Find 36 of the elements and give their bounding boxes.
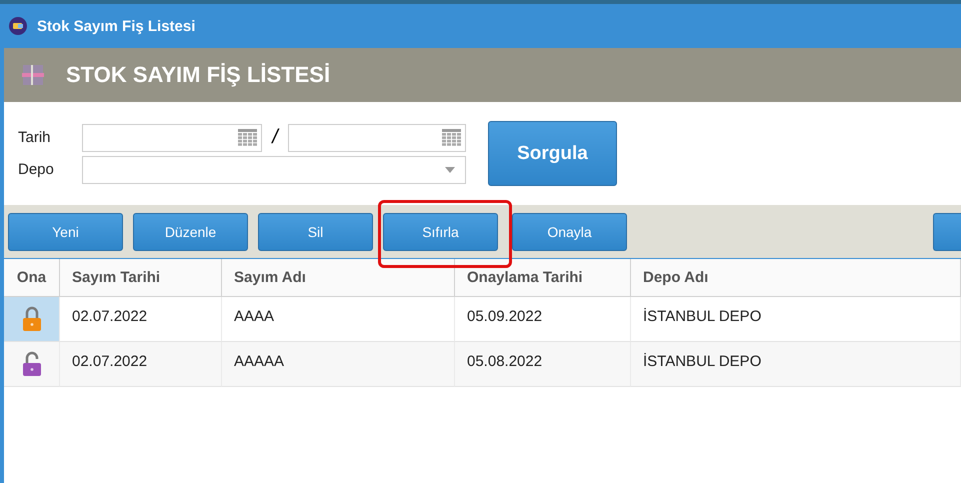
table-cell: AAAA [222, 297, 455, 342]
table-cell: 02.07.2022 [60, 297, 222, 342]
toolbar-button[interactable]: Yeni [8, 212, 123, 250]
column-header[interactable]: Depo Adı [631, 259, 961, 297]
table-cell: 05.09.2022 [455, 297, 631, 342]
column-header[interactable]: Onaylama Tarihi [455, 259, 631, 297]
toolbar-button[interactable]: Onayla [512, 212, 627, 250]
page-title: STOK SAYIM FİŞ LİSTESİ [66, 62, 330, 88]
toolbar-button[interactable]: Düzenle [133, 212, 248, 250]
column-header[interactable]: Ona [4, 259, 60, 297]
dropdown-caret-icon [445, 166, 455, 172]
grid-icon [20, 62, 46, 88]
date-separator: / [270, 126, 280, 149]
table-cell: İSTANBUL DEPO [631, 297, 961, 342]
depot-label: Depo [18, 161, 55, 178]
query-button[interactable]: Sorgula [488, 121, 617, 186]
locked-padlock-icon [22, 306, 42, 332]
date-label: Tarih [18, 129, 52, 146]
table-cell: AAAAA [222, 342, 455, 387]
window-title: Stok Sayım Fiş Listesi [37, 18, 196, 34]
calendar-icon[interactable] [442, 129, 461, 146]
column-header[interactable]: Sayım Adı [222, 259, 455, 297]
table-cell: 05.08.2022 [455, 342, 631, 387]
toolbar-button[interactable]: Sıfırla [383, 212, 498, 250]
start-date-field[interactable] [82, 124, 262, 152]
table-cell[interactable] [4, 342, 60, 387]
depot-dropdown[interactable] [82, 156, 466, 184]
table-cell: 02.07.2022 [60, 342, 222, 387]
column-header[interactable]: Sayım Tarihi [60, 259, 222, 297]
table-cell[interactable] [4, 297, 60, 342]
app-icon [9, 17, 27, 35]
table-cell: İSTANBUL DEPO [631, 342, 961, 387]
end-date-field[interactable] [288, 124, 466, 152]
calendar-icon[interactable] [238, 129, 257, 146]
toolbar-button[interactable]: Sil [258, 212, 373, 250]
unlocked-padlock-icon [22, 351, 42, 377]
